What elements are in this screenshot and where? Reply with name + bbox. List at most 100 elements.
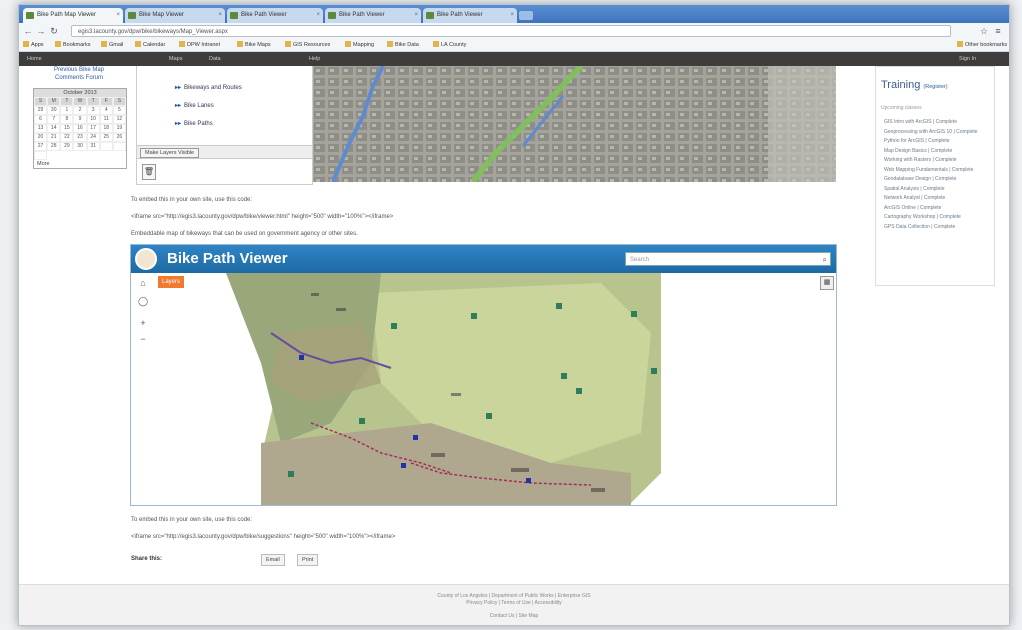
bookmark-item[interactable]: Mapping	[345, 41, 374, 48]
training-item[interactable]: Network Analyst | Complete	[884, 195, 990, 202]
calendar-day[interactable]: 27	[34, 142, 48, 151]
bookmark-item[interactable]: LA County	[433, 41, 466, 48]
calendar-day[interactable]: 20	[34, 133, 48, 142]
star-icon[interactable]: ☆	[979, 26, 989, 36]
calendar-day[interactable]: 7	[47, 115, 61, 124]
calendar-day[interactable]: 8	[60, 115, 74, 124]
calendar-day[interactable]: 26	[112, 133, 126, 142]
url-field[interactable]: egis3.lacounty.gov/dpw/bike/bikeways/Map…	[71, 25, 951, 37]
viewer-locate-icon[interactable]: ◯	[137, 295, 149, 307]
layer-item-bikeways[interactable]: ▸▸ Bikeways and Routes	[175, 84, 242, 91]
training-item[interactable]: Spatial Analysis | Complete	[884, 186, 990, 193]
calendar-day[interactable]: 17	[86, 124, 100, 133]
tab-bike-map[interactable]: Bike Map Viewer ×	[125, 8, 225, 23]
share-email-button[interactable]: Email	[261, 554, 285, 566]
calendar-day[interactable]: 3	[86, 106, 100, 115]
topbar-help[interactable]: Help	[309, 55, 320, 63]
topbar-maps[interactable]: Maps	[169, 55, 182, 63]
calendar-more-link[interactable]: More	[34, 160, 126, 168]
bookmark-item[interactable]: Gmail	[101, 41, 123, 48]
viewer-layers-button[interactable]: Layers	[158, 276, 185, 288]
calendar-day[interactable]: 19	[112, 124, 126, 133]
calendar-day[interactable]: 5	[112, 106, 126, 115]
viewer-basemap-icon[interactable]: ▦	[820, 276, 834, 290]
calendar-day[interactable]: 4	[99, 106, 113, 115]
calendar-day[interactable]: 24	[86, 133, 100, 142]
topbar-data[interactable]: Data	[209, 55, 221, 63]
footer-line[interactable]: Contact Us | Site Map	[19, 613, 1009, 620]
new-tab-button[interactable]	[519, 11, 533, 20]
topbar-sign-in[interactable]: Sign In	[959, 55, 976, 63]
viewer-zoom-in-button[interactable]: +	[137, 317, 149, 329]
trash-icon[interactable]: 🗑	[142, 164, 156, 180]
training-item[interactable]: Geodatabase Design | Complete	[884, 176, 990, 183]
calendar-day[interactable]: 23	[73, 133, 87, 142]
tab-close-icon[interactable]: ×	[414, 8, 418, 23]
make-visible-button[interactable]: Make Layers Visible	[140, 148, 200, 158]
training-item[interactable]: Cartography Workshop | Complete	[884, 214, 990, 221]
calendar-day[interactable]: 29	[60, 142, 74, 151]
calendar-day[interactable]: 29	[34, 106, 48, 115]
calendar-day[interactable]: 10	[86, 115, 100, 124]
bookmark-item[interactable]: Bike Data	[387, 41, 419, 48]
calendar-day[interactable]: 31	[86, 142, 100, 151]
forward-icon[interactable]: →	[36, 26, 46, 36]
tab-bike-path-map[interactable]: Bike Path Map Viewer ×	[23, 8, 123, 23]
bookmark-item[interactable]: Other bookmarks	[957, 41, 1007, 48]
tab-close-icon[interactable]: ×	[316, 8, 320, 23]
tab-close-icon[interactable]: ×	[116, 8, 120, 23]
calendar-day[interactable]: 14	[47, 124, 61, 133]
training-item[interactable]: GPS Data Collection | Complete	[884, 224, 990, 231]
training-item[interactable]: Map Design Basics | Complete	[884, 148, 990, 155]
viewer-zoom-out-button[interactable]: −	[137, 333, 149, 345]
footer-line[interactable]: Privacy Policy | Terms of Use | Accessib…	[19, 600, 1009, 607]
calendar-day[interactable]: 25	[99, 133, 113, 142]
calendar-day[interactable]: 22	[60, 133, 74, 142]
menu-icon[interactable]: ≡	[993, 26, 1003, 36]
embed1-code[interactable]: <iframe src="http://egis3.lacounty.gov/d…	[131, 214, 393, 220]
tab-bike-path-viewer-3[interactable]: Bike Path Viewer ×	[423, 8, 517, 23]
training-item[interactable]: Python for ArcGIS | Complete	[884, 138, 990, 145]
back-icon[interactable]: ←	[23, 26, 33, 36]
training-item[interactable]: Working with Rasters | Complete	[884, 157, 990, 164]
tab-bike-path-viewer-1[interactable]: Bike Path Viewer ×	[227, 8, 323, 23]
viewer-home-button[interactable]: ⌂	[137, 277, 149, 289]
tab-close-icon[interactable]: ×	[218, 8, 222, 23]
calendar-day[interactable]: 11	[99, 115, 113, 124]
tab-close-icon[interactable]: ×	[510, 8, 514, 23]
training-register-link[interactable]: (Register)	[923, 84, 947, 90]
share-print-button[interactable]: Print	[297, 554, 319, 566]
calendar-day[interactable]: 18	[99, 124, 113, 133]
calendar-day[interactable]: 2	[73, 106, 87, 115]
calendar-day[interactable]: 15	[60, 124, 74, 133]
tab-bike-path-viewer-2[interactable]: Bike Path Viewer ×	[325, 8, 421, 23]
calendar-day[interactable]: 28	[47, 142, 61, 151]
embed2-code[interactable]: <iframe src="http://egis3.lacounty.gov/d…	[131, 534, 395, 540]
layer-item-bike-paths[interactable]: ▸▸ Bike Paths	[175, 120, 213, 127]
comments-link[interactable]: Comments Forum	[33, 74, 125, 82]
layer-item-bike-lanes[interactable]: ▸▸ Bike Lanes	[175, 102, 214, 109]
bookmark-item[interactable]: Bike Maps	[237, 41, 271, 48]
previous-map-link[interactable]: Previous Bike Map	[33, 66, 125, 74]
training-item[interactable]: GIS Intro with ArcGIS | Complete	[884, 119, 990, 126]
bookmark-item[interactable]: Calendar	[135, 41, 165, 48]
search-icon[interactable]: ⌕	[823, 253, 827, 267]
training-item[interactable]: Geoprocessing with ArcGIS 10 | Complete	[884, 129, 990, 136]
training-item[interactable]: ArcGIS Online | Complete	[884, 205, 990, 212]
topbar-home[interactable]: Home	[27, 55, 42, 63]
viewer-search-input[interactable]: Search ⌕	[625, 252, 831, 266]
calendar-day[interactable]: 30	[47, 106, 61, 115]
calendar-day[interactable]: 1	[60, 106, 74, 115]
reload-icon[interactable]: ↻	[49, 26, 59, 36]
calendar-day[interactable]: 21	[47, 133, 61, 142]
calendar-day[interactable]: 12	[112, 115, 126, 124]
bike-path-viewer[interactable]: Bike Path Viewer Search ⌕ ⌂ ◯ + − Layers…	[130, 244, 837, 506]
training-item[interactable]: Web Mapping Fundamentals | Complete	[884, 167, 990, 174]
bookmark-item[interactable]: DPW Intranet	[179, 41, 220, 48]
viewer-map[interactable]: ⌂ ◯ + − Layers ▦	[131, 273, 836, 505]
satellite-map-preview[interactable]	[313, 66, 836, 182]
bookmark-item[interactable]: Apps	[23, 41, 44, 48]
calendar-day[interactable]: 30	[73, 142, 87, 151]
calendar-day[interactable]: 13	[34, 124, 48, 133]
calendar-day[interactable]: 6	[34, 115, 48, 124]
